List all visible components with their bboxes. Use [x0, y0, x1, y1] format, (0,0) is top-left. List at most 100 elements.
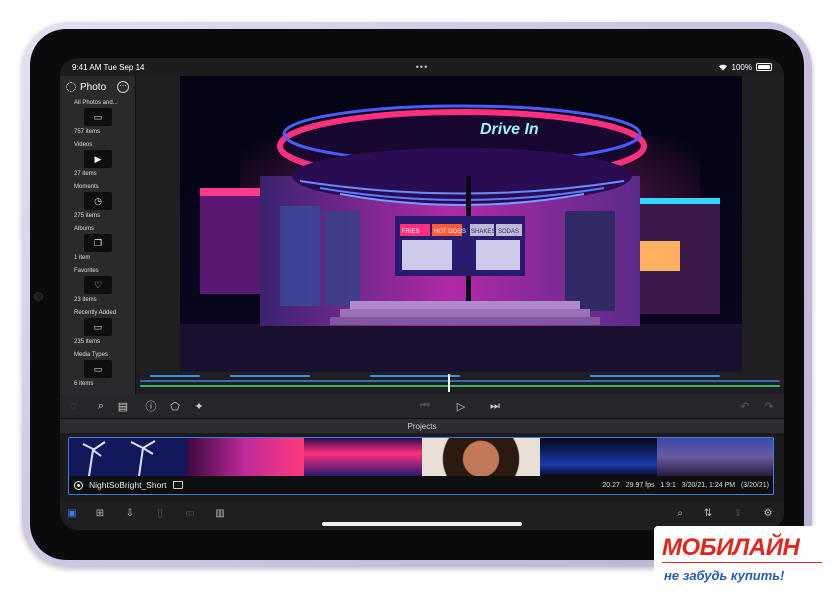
logo-underline [662, 562, 822, 563]
sidebar-item-label: All Photos and... [74, 100, 118, 106]
new-project-icon[interactable]: ⊞ [92, 505, 108, 521]
clock-icon: ◷ [84, 192, 112, 210]
import-icon[interactable]: ⇩ [122, 505, 138, 521]
library-icon[interactable]: ▣ [64, 505, 80, 521]
settings-gear-icon[interactable]: ⚙ [760, 505, 776, 521]
sidebar-header: Photo ⋯ [60, 76, 135, 98]
timeline-track [230, 375, 310, 377]
status-right: 100% [652, 63, 772, 72]
sidebar-item[interactable]: Favorites ♡ 23 items [60, 266, 135, 308]
folder-icon: ▭ [84, 108, 112, 126]
sidebar-item-label: Favorites [74, 268, 99, 274]
front-camera [34, 292, 43, 301]
sidebar-item-label: Moments [74, 184, 99, 190]
projects-area: NightSoBright_Short 20.27 29.97 fps 1.9:… [60, 433, 784, 501]
product-photo: 9:41 AM Tue Sep 14 ••• 100% Photo ⋯ All … [0, 0, 840, 596]
sidebar-item-label: Videos [74, 142, 93, 148]
logo-slogan: не забудь купить! [664, 568, 785, 583]
battery-icon [756, 63, 772, 71]
wifi-icon [718, 64, 727, 71]
effects-icon[interactable]: ✦ [190, 397, 208, 415]
sidebar-item[interactable]: Moments ◷ 275 items [60, 182, 135, 224]
photos-flower-icon [66, 82, 76, 92]
playhead[interactable] [448, 374, 450, 392]
sort-icon[interactable]: ⇅ [700, 505, 716, 521]
sidebar-item-count: 6 items [74, 381, 94, 387]
timeline-track [140, 385, 780, 387]
battery-percent: 100% [731, 62, 752, 72]
project-info-bar: NightSoBright_Short 20.27 29.97 fps 1.9:… [69, 476, 773, 494]
sidebar-title: Photo [80, 81, 107, 93]
info-icon[interactable]: ⓘ [142, 397, 160, 415]
timeline-strip[interactable] [140, 372, 784, 392]
timeline-track [150, 375, 200, 377]
viewer-left-gutter [136, 76, 180, 372]
home-indicator[interactable] [322, 522, 522, 526]
undo-icon[interactable]: ↶ [736, 397, 754, 415]
sidebar-item-count: 235 items [74, 339, 101, 345]
project-select-radio[interactable] [74, 480, 83, 490]
folder-icon: ▭ [84, 318, 112, 336]
viewer-right-gutter [742, 76, 784, 372]
sidebar-item-label: Recently Added [74, 310, 117, 316]
skip-forward-icon[interactable]: ⏭ [486, 397, 504, 415]
status-time: 9:41 AM Tue Sep 14 [72, 62, 145, 72]
filmstrip-frame-drive-in [304, 438, 423, 476]
sidebar-item-count: 1 item [74, 255, 91, 261]
logo-brand: МОБИЛАЙН [662, 534, 800, 561]
albums-icon: ❐ [84, 234, 112, 252]
sidebar-item-count: 23 items [74, 297, 97, 303]
drive-in-frame: Drive In FRIES HOT DOGS SHAKES SODAS [180, 76, 742, 372]
timeline-track [140, 380, 780, 382]
redo-icon[interactable]: ↷ [760, 397, 778, 415]
app-screen: 9:41 AM Tue Sep 14 ••• 100% Photo ⋯ All … [60, 58, 784, 530]
project-card[interactable]: NightSoBright_Short 20.27 29.97 fps 1.9:… [68, 437, 774, 495]
kiosk-sign-sodas: SODAS [498, 229, 519, 235]
more-options-icon[interactable]: ⋯ [117, 81, 129, 93]
filmstrip-frame-exterior [657, 438, 773, 476]
video-viewer[interactable]: Drive In FRIES HOT DOGS SHAKES SODAS [180, 76, 742, 372]
status-bar: 9:41 AM Tue Sep 14 ••• 100% [60, 58, 784, 76]
marker-icon[interactable]: ⬠ [166, 397, 184, 415]
duplicate-icon[interactable]: ▭ [182, 505, 198, 521]
checkmark-circle-icon[interactable]: ◌ [64, 397, 82, 415]
media-sidebar: Photo ⋯ All Photos and... ▭ 757 items Video… [60, 76, 136, 394]
sidebar-item[interactable]: Videos ▶ 27 items [60, 140, 135, 182]
filmstrip-frame-portrait-pink [186, 438, 305, 476]
project-notes-icon[interactable] [172, 481, 183, 489]
multitask-dots[interactable]: ••• [192, 62, 652, 72]
search-icon[interactable]: ⌕ [672, 505, 688, 521]
filmstrip-frame-portrait [422, 438, 540, 476]
share-icon[interactable]: ⇪ [730, 505, 746, 521]
project-name: NightSoBright_Short [89, 480, 167, 490]
list-icon[interactable]: ▥ [212, 505, 228, 521]
kiosk-sign-shakes: SHAKES [471, 229, 495, 235]
projects-header: Projects [60, 418, 784, 433]
playback-controls: ◌ ⌕ ▤ ⓘ ⬠ ✦ ⏮ ▷ ⏭ ↶ ↷ [60, 394, 784, 418]
kiosk-sign-fries: FRIES [402, 229, 420, 235]
project-meta: 20.27 29.97 fps 1.9:1 3/20/21, 1:24 PM (… [602, 481, 769, 489]
sidebar-item[interactable]: Media Types ▭ 6 items [60, 350, 135, 392]
sidebar-item-label: Media Types [74, 352, 108, 358]
folder-icon: ▭ [84, 360, 112, 378]
sidebar-item[interactable]: Recently Added ▭ 235 items [60, 308, 135, 350]
sidebar-item[interactable]: All Photos and... ▭ 757 items [60, 98, 135, 140]
mobilain-logo: МОБИЛАЙН не забудь купить! [654, 526, 830, 590]
sidebar-list: All Photos and... ▭ 757 items Videos ▶ 27 ite… [60, 98, 135, 392]
timeline-track [370, 375, 460, 377]
sidebar-item-label: Albums [74, 226, 95, 232]
kiosk-sign-hotdogs: HOT DOGS [434, 229, 466, 235]
sidebar-item-count: 275 items [74, 213, 101, 219]
filmstrip-frame-palms [69, 438, 187, 476]
delete-icon[interactable]: ▯ [152, 505, 168, 521]
layers-icon[interactable]: ▤ [114, 397, 132, 415]
heart-icon: ♡ [84, 276, 112, 294]
play-icon[interactable]: ▷ [452, 397, 470, 415]
timeline-track [590, 375, 720, 377]
zoom-icon[interactable]: ⌕ [92, 397, 110, 415]
sidebar-item[interactable]: Albums ❐ 1 item [60, 224, 135, 266]
project-filmstrip [69, 438, 773, 476]
drive-in-sign: Drive In [480, 121, 539, 138]
skip-back-icon[interactable]: ⏮ [416, 397, 434, 415]
sidebar-item-count: 27 items [74, 171, 97, 177]
